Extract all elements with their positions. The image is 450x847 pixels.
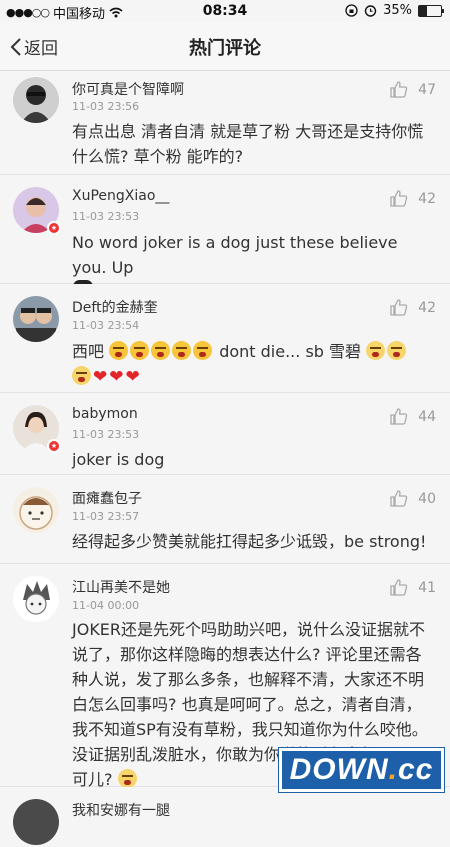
comment-item: 你可真是个智障啊 11-03 23:56 47 有点出息 清者自清 就是草了粉 …	[0, 71, 450, 175]
thumbs-up-icon	[390, 299, 408, 316]
comment-text: 有点出息 清者自清 就是草了粉 大哥还是支持你慌什么慌? 草个粉 能咋的?	[72, 122, 424, 166]
comment-item: Deft的金赫奎 11-03 23:54 42 西吧 dont die... s…	[0, 284, 450, 393]
comment-time: 11-03 23:53	[72, 428, 140, 441]
thumbs-up-icon	[390, 490, 408, 507]
like-button[interactable]: 40	[390, 490, 436, 507]
comment-text-body: No word joker is a dog just these believ…	[72, 233, 398, 277]
rotation-lock-icon	[345, 4, 358, 17]
crying-emoji-icon	[117, 769, 137, 788]
crying-emoji-icon	[72, 366, 91, 385]
comment-text: 经得起多少赞美就能扛得起多少诋毁，be strong!	[72, 532, 427, 551]
back-label: 返回	[24, 39, 58, 59]
like-count: 42	[418, 299, 436, 316]
like-button[interactable]: 42	[390, 190, 436, 207]
avatar[interactable]	[13, 296, 59, 342]
watermark-logo: DOWN.cc	[279, 748, 444, 792]
comment-time: 11-03 23:54	[72, 319, 140, 332]
avatar[interactable]	[13, 576, 59, 622]
comment-time: 11-03 23:57	[72, 510, 140, 523]
heart-icon: ❤	[109, 367, 124, 387]
crying-emoji-icon	[387, 341, 407, 360]
back-button[interactable]: 返回	[10, 34, 58, 59]
like-count: 40	[418, 490, 436, 507]
comment-username[interactable]: XuPengXiao__	[72, 188, 169, 204]
comment-username[interactable]: 江山再美不是她	[72, 577, 170, 597]
like-count: 47	[418, 81, 436, 98]
heart-icon: ❤	[125, 367, 140, 387]
like-count: 42	[418, 190, 436, 207]
crying-emoji-icon	[366, 341, 386, 360]
avatar[interactable]	[13, 77, 59, 123]
heart-icon: ❤	[93, 367, 108, 387]
comment-time: 11-03 23:53	[72, 210, 140, 223]
thumbs-up-icon	[390, 190, 408, 207]
status-right: 35%	[345, 3, 444, 18]
watermark-tld: cc	[397, 753, 434, 786]
avatar[interactable]	[13, 799, 59, 845]
like-count: 44	[418, 408, 436, 425]
alarm-icon	[364, 5, 377, 17]
angry-emoji-icon	[109, 341, 129, 360]
watermark-main: DOWN	[289, 753, 389, 786]
like-count: 41	[418, 579, 436, 596]
like-button[interactable]: 44	[390, 408, 436, 425]
nav-bar: 返回 热门评论	[0, 22, 450, 71]
battery-icon	[418, 4, 444, 17]
comment-username[interactable]: 你可真是个智障啊	[72, 79, 184, 99]
comment-username[interactable]: 面瘫蠢包子	[72, 488, 142, 508]
comment-text: joker is dog	[72, 450, 165, 469]
angry-emoji-icon	[151, 341, 171, 360]
watermark-dot: .	[388, 753, 398, 786]
angry-emoji-icon	[193, 341, 213, 360]
comment-text-part: 西吧	[72, 342, 105, 361]
comment-username[interactable]: Deft的金赫奎	[72, 297, 158, 317]
like-button[interactable]: 47	[390, 81, 436, 98]
comment-list: 你可真是个智障啊 11-03 23:56 47 有点出息 清者自清 就是草了粉 …	[0, 71, 450, 847]
chevron-left-icon	[10, 37, 21, 56]
like-button[interactable]: 41	[390, 579, 436, 596]
comment-item: ★ XuPengXiao__ 11-03 23:53 42 No word jo…	[0, 175, 450, 302]
thumbs-up-icon	[390, 408, 408, 425]
thumbs-up-icon	[390, 81, 408, 98]
thumbs-up-icon	[390, 579, 408, 596]
status-bar: ●●●○○ 中国移动 08:34 35%	[0, 0, 450, 22]
comment-item: ★ babymon 11-03 23:53 44 joker is dog	[0, 393, 450, 475]
comment-time: 11-03 23:56	[72, 100, 140, 113]
comment-item: 面瘫蠢包子 11-03 23:57 40 经得起多少赞美就能扛得起多少诋毁，be…	[0, 475, 450, 564]
comment-username[interactable]: 我和安娜有一腿	[72, 800, 170, 820]
comment-text: 西吧 dont die... sb 雪碧 ❤ ❤ ❤	[72, 339, 436, 390]
verified-badge-icon: ★	[47, 439, 61, 453]
verified-badge-icon: ★	[47, 221, 61, 235]
page-title: 热门评论	[189, 38, 261, 59]
comment-username[interactable]: babymon	[72, 406, 138, 422]
angry-emoji-icon	[130, 341, 150, 360]
comment-time: 11-04 00:00	[72, 599, 140, 612]
comment-text-part: dont die... sb 雪碧	[219, 342, 362, 361]
comment-item: 我和安娜有一腿	[0, 787, 450, 847]
angry-emoji-icon	[172, 341, 192, 360]
avatar[interactable]	[13, 487, 59, 533]
like-button[interactable]: 42	[390, 299, 436, 316]
battery-label: 35%	[383, 3, 412, 18]
